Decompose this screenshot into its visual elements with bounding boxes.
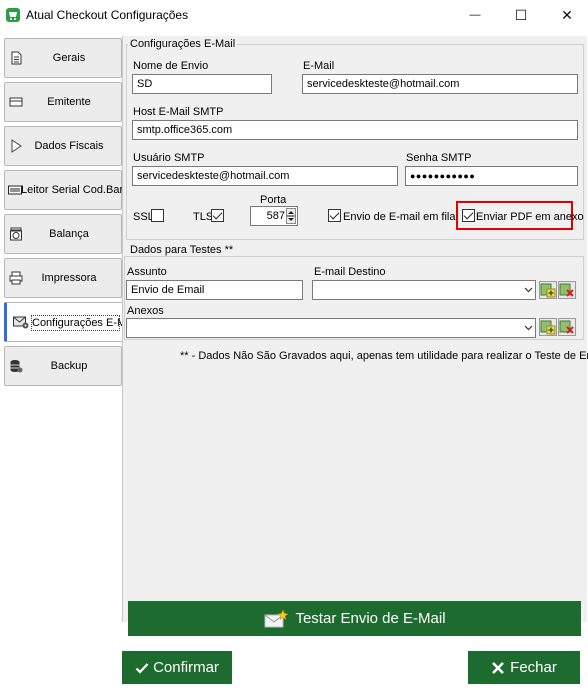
confirm-label: Confirmar [153, 659, 219, 676]
email-label: E-Mail [303, 60, 335, 72]
smtp-user-input[interactable]: servicedeskteste@hotmail.com [132, 166, 398, 186]
title-bar: Atual Checkout Configurações — ☐ ✕ [0, 0, 588, 30]
smtp-password-input[interactable]: ●●●●●●●●●●● [405, 166, 578, 186]
smtp-password-label: Senha SMTP [406, 152, 472, 164]
tab-balanca[interactable]: Balança [4, 214, 122, 254]
email-config-group-title: Configurações E-Mail [128, 38, 238, 50]
subject-label: Assunto [127, 266, 167, 278]
tab-gerais[interactable]: Gerais [4, 38, 122, 78]
tab-leitor-serial[interactable]: Leitor Serial Cod.Barra [4, 170, 133, 210]
minimize-icon: — [469, 9, 481, 21]
test-send-label: Testar Envio de E-Mail [295, 610, 446, 627]
tls-checkbox[interactable] [211, 209, 224, 222]
attach-pdf-checkbox[interactable] [462, 209, 475, 222]
window-title: Atual Checkout Configurações [26, 8, 189, 22]
maximize-icon: ☐ [514, 6, 528, 23]
x-icon [492, 661, 505, 674]
test-data-group-title: Dados para Testes ** [128, 244, 236, 256]
envelope-icon [264, 608, 290, 627]
dest-label: E-mail Destino [314, 266, 386, 278]
remove-icon [559, 320, 574, 334]
sender-name-label: Nome de Envio [133, 60, 209, 72]
attachments-label: Anexos [127, 305, 164, 317]
port-spinner[interactable]: 587 [250, 206, 298, 226]
port-down-button[interactable] [286, 216, 296, 224]
close-button[interactable]: ✕ [544, 0, 588, 30]
smtp-host-input[interactable]: smtp.office365.com [132, 120, 578, 140]
chevron-down-icon[interactable] [524, 287, 533, 293]
tab-backup[interactable]: Backup [4, 346, 122, 386]
attach-pdf-label: Enviar PDF em anexo [476, 211, 584, 223]
tab-label: Configurações E-Mail [31, 315, 138, 331]
tab-label: Dados Fiscais [34, 140, 104, 152]
remove-dest-button[interactable] [558, 281, 576, 299]
tab-label: Emitente [47, 96, 91, 108]
tab-label: Backup [50, 360, 88, 372]
dest-email-combo[interactable] [312, 280, 536, 300]
tab-emitente[interactable]: Emitente [4, 82, 122, 122]
email-input[interactable]: servicedeskteste@hotmail.com [302, 74, 578, 94]
port-up-button[interactable] [286, 208, 296, 216]
test-data-note: ** - Dados Não São Gravados aqui, apenas… [180, 350, 588, 362]
ssl-checkbox[interactable] [151, 209, 164, 222]
arrow-up-icon [288, 211, 294, 214]
tab-label: Impressora [41, 272, 97, 284]
tab-label: Leitor Serial Cod.Barra [21, 184, 133, 196]
port-value: 587 [266, 210, 285, 222]
remove-icon [559, 283, 574, 297]
check-icon [135, 662, 149, 674]
tab-impressora[interactable]: Impressora [4, 258, 122, 298]
test-send-button[interactable]: Testar Envio de E-Mail [128, 601, 581, 636]
add-attachment-button[interactable] [539, 318, 557, 336]
minimize-button[interactable]: — [452, 0, 498, 30]
email-settings-icon [13, 315, 29, 329]
smtp-host-label: Host E-Mail SMTP [133, 106, 224, 118]
close-icon: ✕ [561, 6, 573, 23]
smtp-user-label: Usuário SMTP [133, 152, 205, 164]
confirm-button[interactable]: Confirmar [122, 651, 232, 684]
tab-configuracoes-email[interactable]: Configurações E-Mail [4, 302, 138, 342]
tab-label: Gerais [52, 52, 86, 64]
close-dialog-button[interactable]: Fechar [468, 651, 580, 684]
queue-checkbox[interactable] [328, 209, 341, 222]
tab-label: Balança [49, 228, 89, 240]
queue-label: Envio de E-mail em fila [343, 211, 456, 223]
app-cart-icon [6, 8, 20, 22]
remove-attachment-button[interactable] [558, 318, 576, 336]
sender-name-input[interactable]: SD [132, 74, 272, 94]
barcode-scanner-icon [8, 183, 22, 197]
chevron-down-icon[interactable] [524, 325, 533, 331]
close-label: Fechar [510, 659, 557, 676]
port-label: Porta [260, 194, 287, 206]
add-icon [540, 320, 556, 335]
maximize-button[interactable]: ☐ [498, 0, 544, 30]
tab-dados-fiscais[interactable]: Dados Fiscais [4, 126, 122, 166]
arrow-down-icon [288, 218, 294, 221]
add-icon [540, 283, 556, 298]
subject-input[interactable]: Envio de Email [126, 280, 303, 300]
add-dest-button[interactable] [539, 281, 557, 299]
attachments-combo[interactable] [126, 318, 536, 338]
